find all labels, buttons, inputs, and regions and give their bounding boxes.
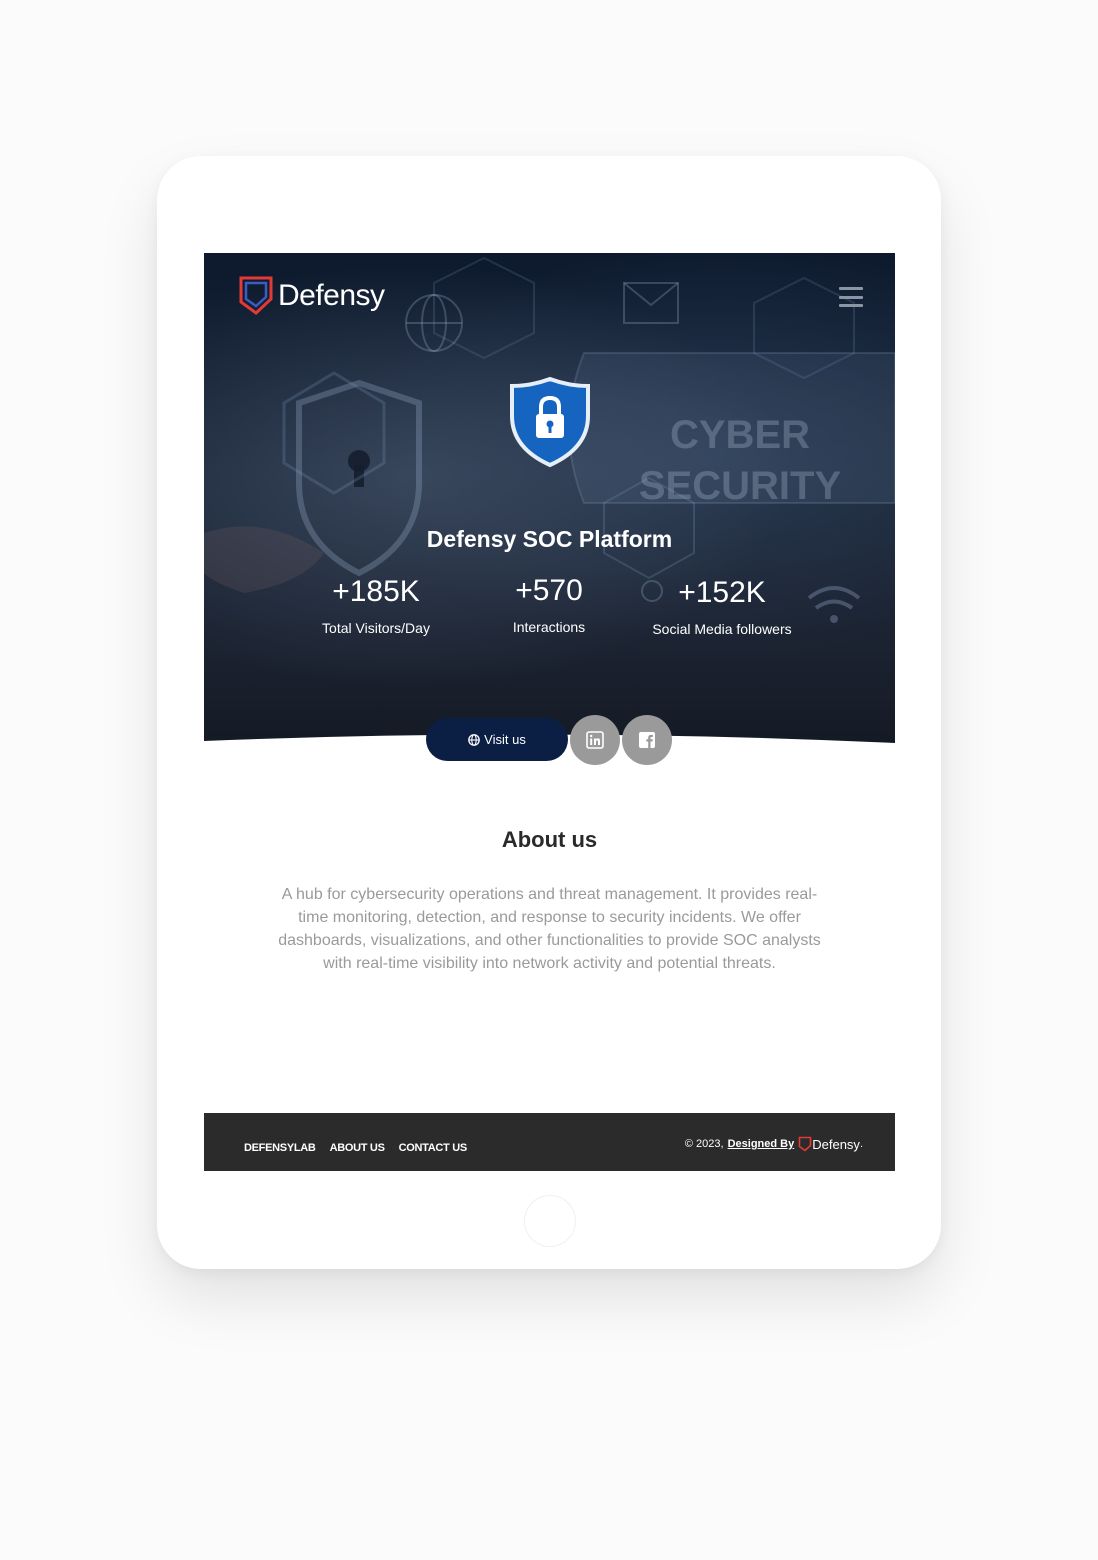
footer-brand-suffix: . [859,1138,863,1150]
page-screen: CYBER SECURITY Defensy Defensy SOC Platf… [204,253,895,1171]
visit-us-button[interactable]: Visit us [426,718,568,761]
visit-us-label: Visit us [484,732,526,747]
defensy-small-logo-icon [798,1136,812,1152]
facebook-button[interactable] [622,715,672,765]
stat-followers: +152K Social Media followers [632,575,812,637]
hero-watermark-cyber: CYBER [670,413,810,457]
footer: DEFENSYLAB ABOUT US CONTACT US © 2023, D… [204,1113,895,1171]
linkedin-button[interactable] [570,715,620,765]
defensy-logo[interactable]: Defensy [238,275,385,317]
stat-label: Interactions [512,619,586,635]
about-line: dashboards, visualizations, and other fu… [278,932,821,949]
linkedin-icon [586,731,604,749]
hero-section: CYBER SECURITY Defensy Defensy SOC Platf… [204,253,895,748]
hero-watermark-security: SECURITY [639,464,842,508]
footer-nav: DEFENSYLAB ABOUT US CONTACT US [244,1142,467,1154]
defensy-shield-logo-icon [239,276,273,315]
hero-title: Defensy SOC Platform [426,526,673,552]
stat-value: +185K [332,575,420,608]
about-line: time monitoring, detection, and response… [298,909,801,926]
about-line: with real-time visibility into network a… [323,955,776,972]
footer-brand: Defensy [812,1136,860,1152]
footer-link-defensylab[interactable]: DEFENSYLAB [244,1142,316,1154]
stat-label: Social Media followers [652,621,792,637]
designed-by-link[interactable]: Designed By [728,1138,795,1150]
hero-background-art: CYBER SECURITY [204,256,895,623]
copyright-text: © 2023, [684,1138,724,1150]
footer-link-about-us[interactable]: ABOUT US [330,1142,385,1154]
hamburger-menu-icon[interactable] [839,287,863,307]
lock-shield-icon [510,376,590,468]
footer-link-contact-us[interactable]: CONTACT US [399,1142,468,1154]
about-title: About us [501,827,598,852]
stat-label: Total Visitors/Day [322,620,430,636]
facebook-icon [639,732,655,748]
stat-visitors: +185K Total Visitors/Day [301,574,451,636]
stat-value: +152K [678,576,766,609]
globe-icon [468,733,481,746]
tablet-home-button [524,1195,576,1247]
footer-credits: © 2023, Designed By Defensy . [685,1136,863,1152]
about-line: A hub for cybersecurity operations and t… [281,886,818,903]
stat-interactions: +570 Interactions [489,573,609,635]
stat-value: +570 [515,574,583,607]
logo-text: Defensy [278,279,385,312]
about-description: A hub for cybersecurity operations and t… [234,883,865,975]
